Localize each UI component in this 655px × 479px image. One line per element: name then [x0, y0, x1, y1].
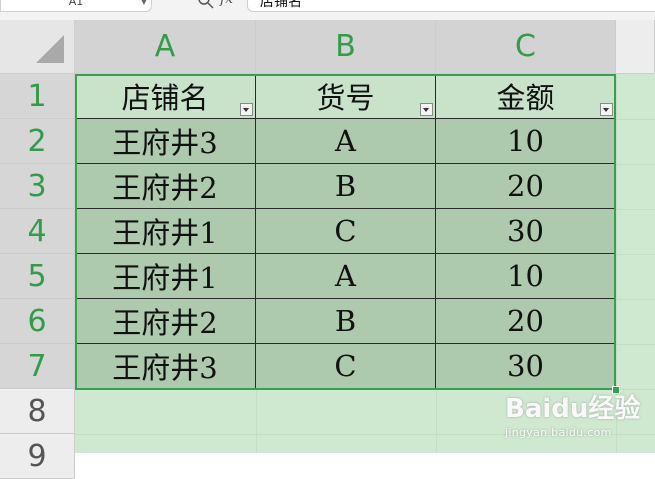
zoom-icon[interactable] [196, 0, 216, 11]
data-table: 店铺名 货号 金额 王府井3 A 10 王府井2 B 20 王府井1 C 30 … [75, 74, 616, 389]
table-cell[interactable]: 10 [436, 119, 616, 164]
header-label: 金额 [496, 81, 555, 115]
header-cell-item-no[interactable]: 货号 [256, 74, 436, 119]
name-box-value: A1 [68, 0, 84, 8]
row-header-4[interactable]: 4 [0, 209, 75, 254]
select-all-icon [36, 35, 64, 63]
column-header-c[interactable]: C [436, 20, 616, 74]
table-cell[interactable]: C [256, 209, 436, 254]
table-cell[interactable]: 30 [436, 209, 616, 254]
table-cell[interactable]: A [256, 254, 436, 299]
table-cell[interactable]: B [256, 164, 436, 209]
table-cell[interactable]: 王府井2 [75, 299, 256, 344]
row-header-7[interactable]: 7 [0, 344, 75, 389]
table-cell[interactable]: 王府井1 [75, 209, 256, 254]
table-cell[interactable]: 20 [436, 299, 616, 344]
filter-dropdown-icon[interactable] [240, 103, 253, 116]
row-header-6[interactable]: 6 [0, 299, 75, 344]
row-header-1[interactable]: 1 [0, 74, 75, 119]
row-header-2[interactable]: 2 [0, 119, 75, 164]
row-header-8[interactable]: 8 [0, 389, 75, 434]
column-header-b[interactable]: B [256, 20, 436, 74]
table-cell[interactable]: 10 [436, 254, 616, 299]
column-header-a[interactable]: A [75, 20, 256, 74]
row-header-3[interactable]: 3 [0, 164, 75, 209]
header-cell-store[interactable]: 店铺名 [75, 74, 256, 119]
filter-dropdown-icon[interactable] [420, 103, 433, 116]
formula-input[interactable]: 店铺名 [247, 0, 655, 12]
row-header-5[interactable]: 5 [0, 254, 75, 299]
watermark-logo: Baidu经验 [505, 394, 641, 424]
table-cell[interactable]: 20 [436, 164, 616, 209]
header-label: 货号 [316, 81, 375, 115]
name-box[interactable]: A1 ▼ [0, 0, 152, 12]
fx-icon[interactable]: fx [220, 0, 233, 7]
watermark-url: jingyan.baidu.com [505, 426, 612, 439]
chevron-down-icon[interactable]: ▼ [141, 0, 147, 11]
table-cell[interactable]: 王府井3 [75, 344, 256, 389]
table-cell[interactable]: 王府井2 [75, 164, 256, 209]
filter-dropdown-icon[interactable] [600, 103, 613, 116]
select-all-button[interactable] [0, 20, 75, 74]
table-cell[interactable]: C [256, 344, 436, 389]
table-cell[interactable]: 王府井1 [75, 254, 256, 299]
table-cell[interactable]: B [256, 299, 436, 344]
formula-bar: A1 ▼ fx 店铺名 [0, 0, 655, 21]
row-header-9[interactable]: 9 [0, 434, 75, 479]
header-label: 店铺名 [121, 81, 209, 115]
column-header-d[interactable] [616, 20, 655, 74]
header-cell-amount[interactable]: 金额 [436, 74, 616, 119]
table-cell[interactable]: A [256, 119, 436, 164]
watermark: Baidu经验 jingyan.baidu.com [505, 382, 655, 452]
table-cell[interactable]: 王府井3 [75, 119, 256, 164]
